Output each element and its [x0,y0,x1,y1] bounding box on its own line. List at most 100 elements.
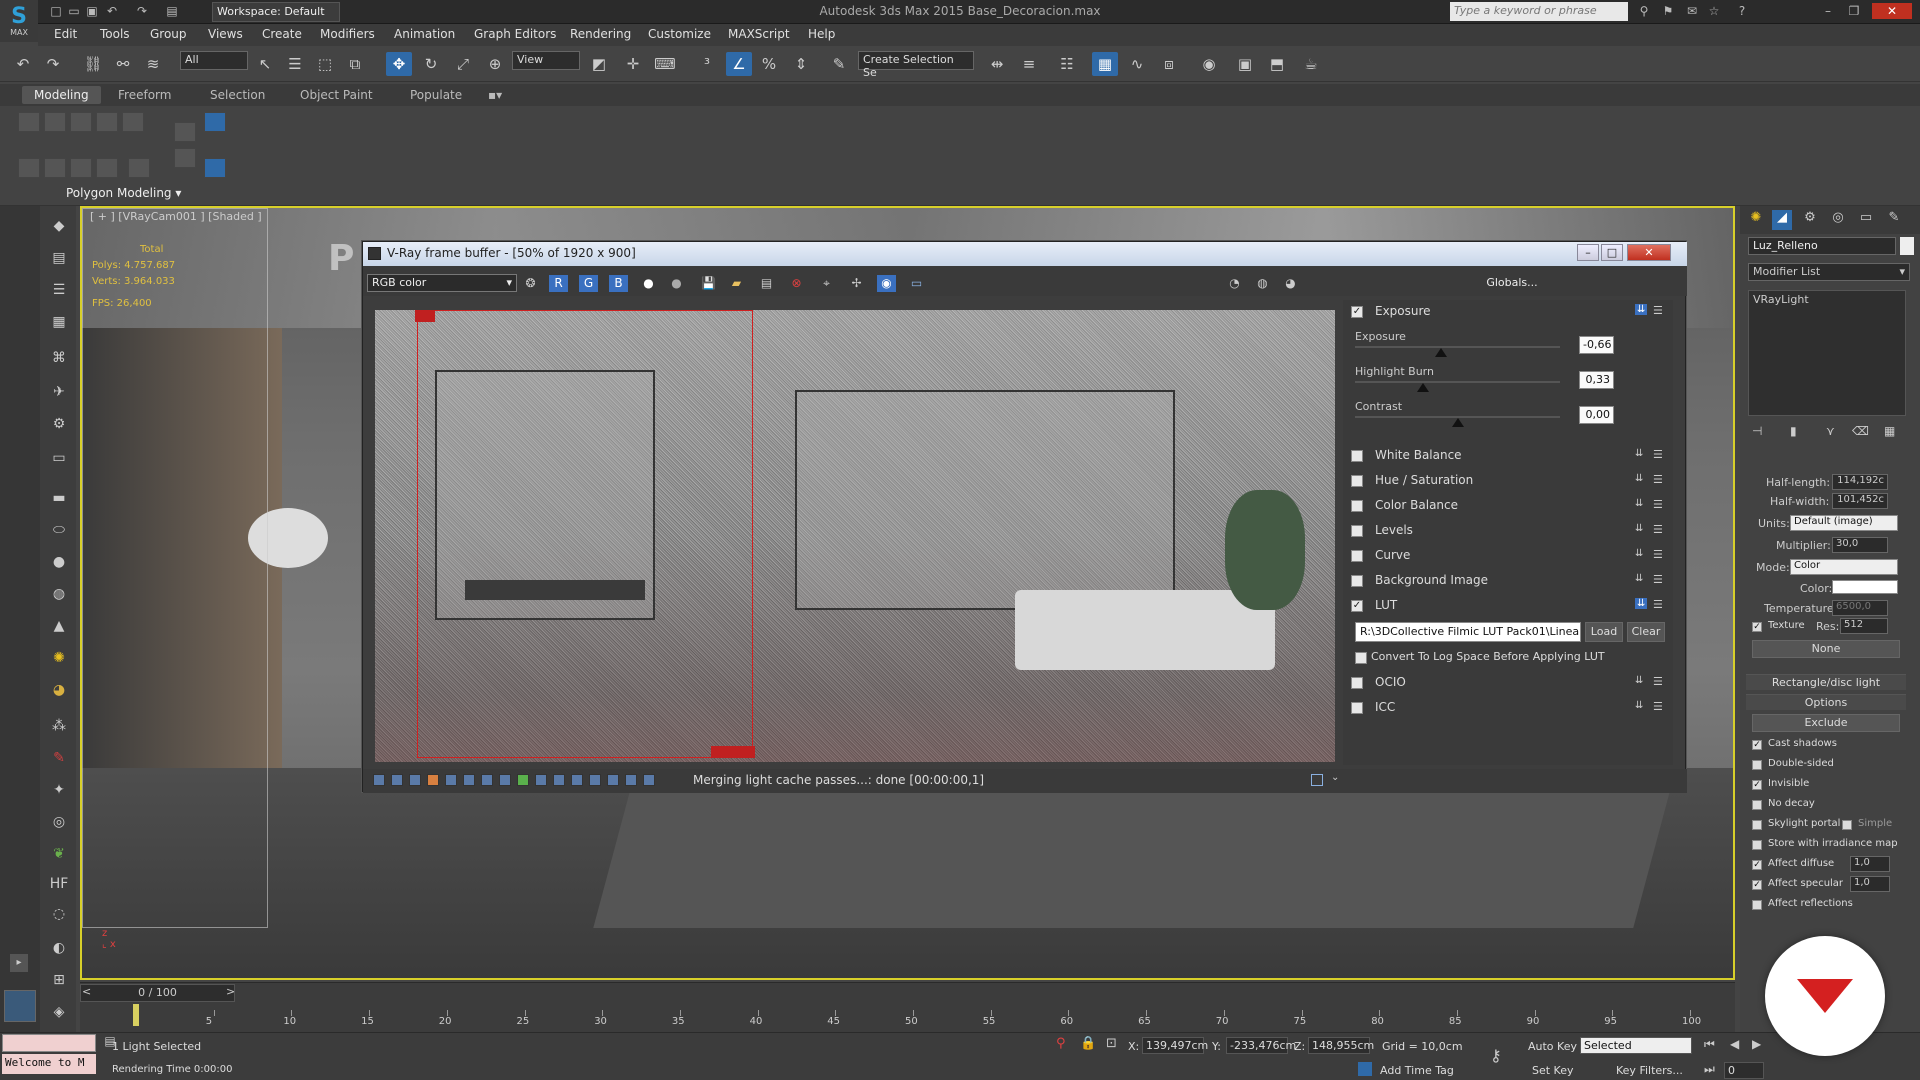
vfb-status-tool-6-icon[interactable] [463,774,475,786]
blue-channel-toggle[interactable]: B [609,275,628,292]
go-to-start-icon[interactable]: ⏮ [1704,1037,1715,1052]
layer-manager-icon[interactable]: ☷ [1054,52,1080,76]
move-icon[interactable]: ✥ [386,52,412,76]
affect-specular-field[interactable]: 1,0 [1850,876,1890,892]
expand-strip-icon[interactable]: ▸ [10,954,28,972]
grid-icon[interactable]: ⊞ [48,972,70,992]
time-slider-next-icon[interactable]: > [226,985,235,998]
option-checkbox-4[interactable] [1752,820,1762,830]
ribbon-options-icon[interactable]: ▪▾ [488,88,502,102]
region-render-icon[interactable]: ✢ [847,275,866,292]
background-image-checkbox[interactable] [1351,575,1363,587]
color-balance-expand-icon[interactable]: ⇊ [1635,498,1643,509]
close-window-icon[interactable]: ✕ [1872,3,1912,19]
texture-none-button[interactable]: None [1752,640,1900,658]
ribbon-tool-d-button[interactable] [96,158,118,178]
redo-icon[interactable]: ↷ [134,3,150,19]
tab-freeform[interactable]: Freeform [118,88,171,102]
align-icon[interactable]: ≡ [1016,52,1042,76]
alpha-channel-icon[interactable]: ● [639,275,658,292]
tab-selection[interactable]: Selection [210,88,265,102]
undo-button[interactable]: ↶ [10,52,36,76]
option-checkbox-7[interactable]: ✓ [1752,880,1762,890]
ribbon-element-button[interactable] [122,112,144,132]
ribbon-tool-c-button[interactable] [70,158,92,178]
temperature-field[interactable]: 6500,0 [1832,600,1888,616]
white-balance-expand-icon[interactable]: ⇊ [1635,448,1643,459]
exposure-collapse-icon[interactable]: ⇊ [1635,304,1648,315]
z-coordinate[interactable]: 148,955cm [1308,1037,1374,1054]
pin-stack-icon[interactable]: ⊣ [1752,424,1762,438]
curve-checkbox[interactable] [1351,550,1363,562]
remove-modifier-icon[interactable]: ⌫ [1852,424,1869,438]
curve-expand-icon[interactable]: ⇊ [1635,548,1643,559]
correction-levels[interactable]: Levels ⇊ ☰ [1343,521,1673,541]
stop-render-icon[interactable]: ⊗ [787,275,806,292]
option-checkbox-2[interactable]: ✓ [1752,780,1762,790]
rollout-rectangle-disc[interactable]: Rectangle/disc light [1746,674,1906,690]
rollout-options[interactable]: Options [1746,694,1906,710]
levels-checkbox[interactable] [1351,525,1363,537]
exposure-slider-thumb[interactable] [1435,348,1448,357]
time-slider[interactable]: 0 / 100 [80,984,235,1002]
menu-create[interactable]: Create [262,27,302,41]
isolate-selection-icon[interactable]: ⚲ [1056,1036,1066,1051]
create-shapes-icon[interactable]: ▤ [48,250,70,270]
vfb-minimize-button[interactable]: – [1577,244,1599,261]
levels-expand-icon[interactable]: ⇊ [1635,523,1643,534]
option-checkbox-6[interactable]: ✓ [1752,860,1762,870]
current-frame-field[interactable]: 0 [1724,1062,1764,1079]
lut-load-button[interactable]: Load [1585,622,1623,642]
create-cameras-icon[interactable]: ▦ [48,314,70,334]
vfb-status-tool-4-icon[interactable] [427,774,439,786]
render-production-icon[interactable]: ☕ [1298,52,1324,76]
ribbon-edit-button[interactable] [204,158,226,178]
track-mouse-icon[interactable]: ⌖ [817,275,836,292]
vfb-status-tool-7-icon[interactable] [481,774,493,786]
key-filters-button[interactable]: Key Filters... [1616,1064,1683,1077]
key-mode-dropdown[interactable]: Selected [1580,1037,1692,1054]
rendered-frame-window-icon[interactable]: ⬒ [1264,52,1290,76]
vfb-status-tool-12-icon[interactable] [571,774,583,786]
snaps-toggle-icon[interactable]: ³ [694,52,720,76]
link-icon[interactable]: ⛓ [80,52,106,76]
pyramid-icon[interactable]: ▲ [48,618,70,638]
render-setup-icon[interactable]: ▣ [1232,52,1258,76]
lut-checkbox[interactable]: ✓ [1351,600,1363,612]
green-channel-toggle[interactable]: G [579,275,598,292]
half-length-field[interactable]: 114,192c [1832,474,1888,490]
ribbon-edge-button[interactable] [44,112,66,132]
sun-icon[interactable]: ✺ [48,650,70,670]
systems-icon[interactable]: ⚙ [48,416,70,436]
menu-modifiers[interactable]: Modifiers [320,27,375,41]
background-image-menu-icon[interactable]: ☰ [1653,573,1663,586]
spinner-snap-icon[interactable]: ⇕ [788,52,814,76]
affect-diffuse-field[interactable]: 1,0 [1850,856,1890,872]
red-channel-toggle[interactable]: R [549,275,568,292]
vfb-status-tool-11-icon[interactable] [553,774,565,786]
favorites-icon[interactable]: ☆ [1706,3,1722,19]
ocio-checkbox[interactable] [1351,677,1363,689]
key-icon[interactable]: ⚷ [1490,1046,1502,1065]
hue-saturation-checkbox[interactable] [1351,475,1363,487]
ref-coord-dropdown[interactable]: View [512,51,580,70]
lens-effects-icon[interactable]: ◕ [1281,275,1300,292]
open-file-icon[interactable]: ▭ [66,3,82,19]
undo-icon[interactable]: ↶ [104,3,120,19]
ribbon-modify-mode-button[interactable] [204,112,226,132]
contrast-thumb[interactable] [1451,418,1464,427]
subscription-icon[interactable]: ⚑ [1660,3,1676,19]
menu-animation[interactable]: Animation [394,27,455,41]
vfb-status-tool-5-icon[interactable] [445,774,457,786]
menu-views[interactable]: Views [208,27,243,41]
window-crossing-icon[interactable]: ⧉ [342,52,368,76]
teapot-icon[interactable]: ◕ [48,682,70,702]
curve-menu-icon[interactable]: ☰ [1653,548,1663,561]
modifier-list-dropdown[interactable]: Modifier List ▾ [1748,263,1910,281]
object-color-swatch[interactable] [1900,237,1914,255]
ribbon-tool-e-button[interactable] [128,158,150,178]
create-helpers-icon[interactable]: ⌘ [48,350,70,370]
tab-object-paint[interactable]: Object Paint [300,88,373,102]
create-lights-icon[interactable]: ☰ [48,282,70,302]
viewport-label[interactable]: [ + ] [VRayCam001 ] [Shaded ] [90,210,262,223]
